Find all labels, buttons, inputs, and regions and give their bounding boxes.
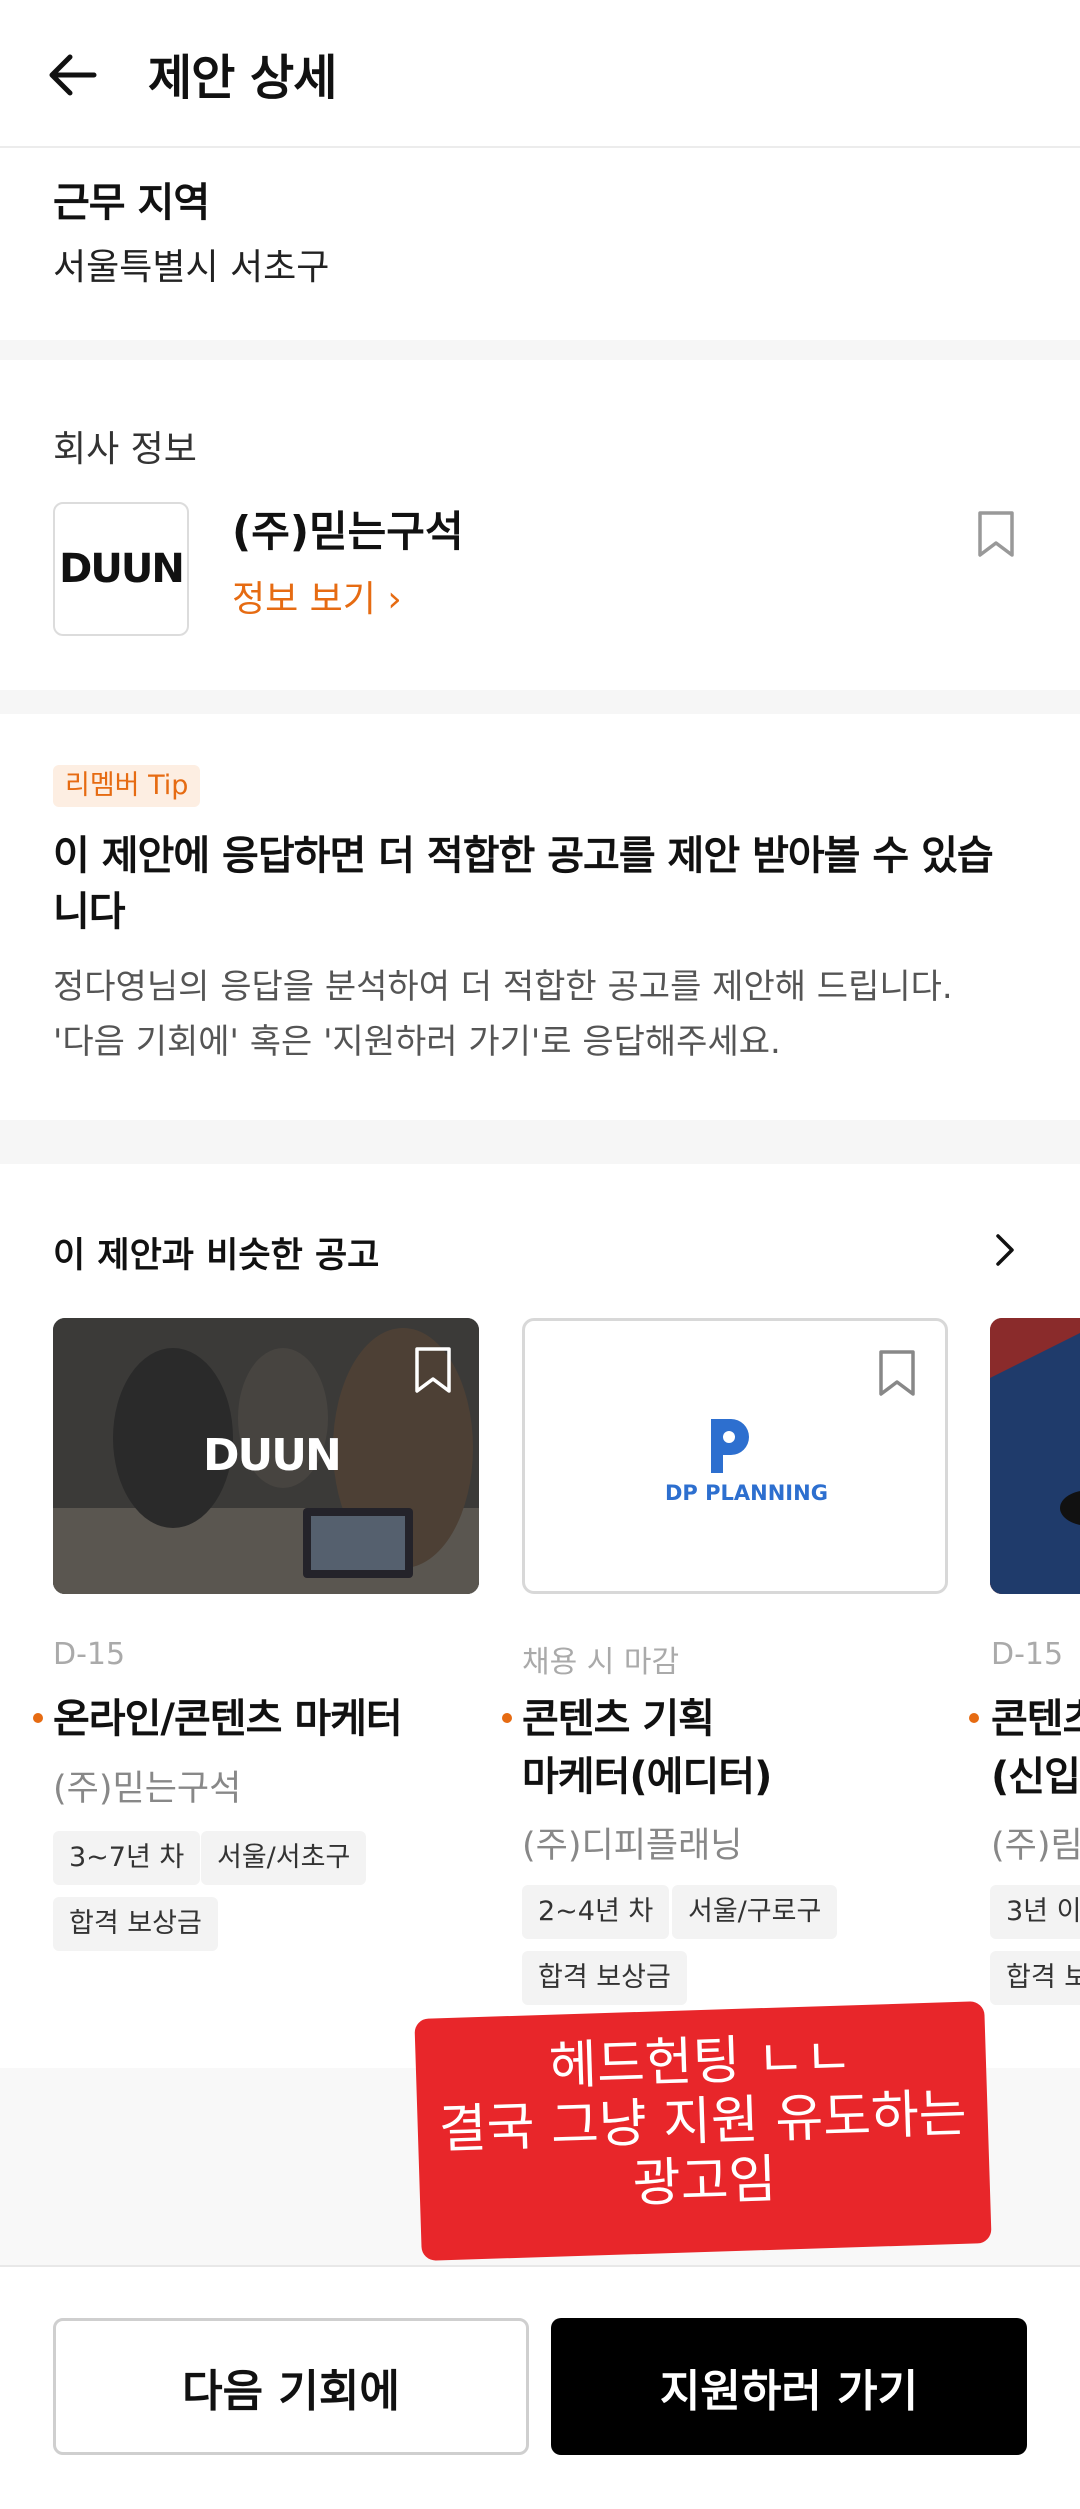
job-company: (주)믿는구석: [53, 1769, 242, 1809]
section-divider: [0, 1120, 1080, 1164]
section-divider: [0, 340, 1080, 360]
card-logo-text: DP PLANNING: [665, 1481, 828, 1505]
company-name: (주)믿는구석: [232, 507, 464, 556]
job-title-line: (신입: [991, 1754, 1080, 1800]
section-divider: [0, 690, 1080, 714]
arrow-left-icon[interactable]: [44, 45, 104, 105]
page-title: 제안 상세: [148, 50, 337, 106]
bookmark-icon[interactable]: [877, 1349, 917, 1397]
tip-description-line: 정다영님의 응답을 분석하여 더 적합한 공고를 제안해 드립니다.: [53, 967, 953, 1007]
job-tag: 2~4년 차: [522, 1885, 670, 1939]
work-area-value: 서울특별시 서초구: [53, 247, 330, 288]
new-dot: [502, 1713, 512, 1723]
dp-planning-logo: [711, 1419, 749, 1473]
job-tag: 합격 보: [990, 1951, 1080, 2005]
chevron-right-icon[interactable]: [990, 1232, 1020, 1268]
job-title-line: 콘텐츠: [991, 1696, 1080, 1742]
next-time-button[interactable]: 다음 기회에: [53, 2318, 529, 2455]
tip-description-line: '다음 기회에' 혹은 '지원하러 가기'로 응답해주세요.: [53, 1022, 781, 1062]
job-dday: 채용 시 마감: [522, 1645, 680, 1680]
new-dot: [969, 1713, 979, 1723]
company-section-label: 회사 정보: [53, 429, 197, 470]
job-card-image[interactable]: DP PLANNING: [522, 1318, 948, 1594]
job-card-image[interactable]: [990, 1318, 1080, 1594]
similar-jobs-title: 이 제안과 비슷한 공고: [53, 1236, 380, 1276]
bookmark-icon[interactable]: [413, 1346, 453, 1394]
job-title[interactable]: 콘텐츠 기획 마케터(에디터): [522, 1690, 772, 1806]
company-logo-text: DUUN: [59, 546, 185, 592]
job-tag: 3년 이: [990, 1885, 1080, 1939]
company-logo[interactable]: DUUN: [53, 502, 189, 636]
red-sticker-note: 헤드헌팅 ㄴㄴ 결국 그냥 지원 유도하는 광고임: [414, 2001, 992, 2261]
bookmark-icon[interactable]: [976, 510, 1016, 558]
job-title[interactable]: 온라인/콘텐츠 마케터: [53, 1690, 403, 1748]
job-company: (주)림: [991, 1826, 1080, 1866]
company-info-link[interactable]: 정보 보기 ›: [232, 570, 402, 622]
job-title-line: 마케터(에디터): [522, 1754, 772, 1800]
job-dday: D-15: [53, 1637, 126, 1672]
job-company: (주)디피플래닝: [522, 1826, 743, 1866]
card-image: [990, 1318, 1080, 1594]
card-logo-text: DUUN: [203, 1430, 342, 1481]
job-title-line: 콘텐츠 기획: [522, 1696, 715, 1742]
tip-title: 이 제안에 응답하면 더 적합한 공고를 제안 받아볼 수 있습니다: [53, 833, 994, 935]
job-tag: 합격 보상금: [522, 1951, 687, 2005]
job-title[interactable]: 콘텐츠 (신입: [991, 1690, 1080, 1806]
job-tag: 서울/서초구: [201, 1831, 367, 1885]
job-card-image[interactable]: DUUN: [53, 1318, 479, 1594]
tip-badge: 리멤버 Tip: [53, 765, 201, 807]
new-dot: [33, 1713, 43, 1723]
job-tag: 합격 보상금: [53, 1897, 218, 1951]
work-area-title: 근무 지역: [53, 180, 210, 226]
job-dday: D-15: [991, 1637, 1064, 1672]
job-tag: 서울/구로구: [672, 1885, 838, 1939]
tip-description: 정다영님의 응답을 분석하여 더 적합한 공고를 제안해 드립니다. '다음 기…: [53, 960, 1053, 1070]
apply-button[interactable]: 지원하러 가기: [551, 2318, 1027, 2455]
job-tag: 3~7년 차: [53, 1831, 201, 1885]
